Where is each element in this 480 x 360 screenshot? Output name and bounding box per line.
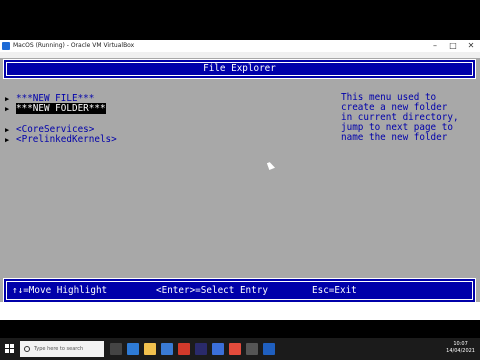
search-box[interactable]: Type here to search: [20, 341, 104, 357]
clock-time: 10:07: [453, 341, 468, 347]
search-placeholder: Type here to search: [34, 346, 84, 352]
windows-start-icon[interactable]: [5, 344, 14, 353]
file-explorer-icon[interactable]: [144, 343, 156, 355]
hint-select: <Enter>=Select Entry: [156, 285, 268, 296]
arrow-right-icon: ▶: [5, 126, 10, 134]
app-icon-gray[interactable]: [246, 343, 258, 355]
close-button[interactable]: ✕: [462, 40, 480, 52]
windows-taskbar: Type here to search 10:07 14/04/2021: [0, 338, 480, 360]
clock-date: 14/04/2021: [446, 348, 475, 354]
page-title: File Explorer: [203, 63, 276, 74]
list-item-prelinkedkernels[interactable]: ▶ <PrelinkedKernels>: [5, 135, 117, 145]
system-clock[interactable]: 10:07 14/04/2021: [446, 341, 475, 355]
maximize-button[interactable]: □: [444, 40, 462, 52]
word-icon[interactable]: [212, 343, 224, 355]
footer-bar: ↑↓=Move Highlight <Enter>=Select Entry E…: [3, 278, 476, 303]
entry-label: <PrelinkedKernels>: [16, 134, 117, 145]
app-icon-red[interactable]: [178, 343, 190, 355]
efi-screen: File Explorer ▶ ***NEW FILE*** ▶ ***NEW FO…: [0, 58, 480, 303]
list-item-new-folder[interactable]: ▶ ***NEW FOLDER***: [5, 103, 106, 114]
arrow-right-icon: ▶: [5, 95, 10, 103]
premiere-icon[interactable]: [195, 343, 207, 355]
header-bar: File Explorer: [3, 59, 476, 79]
task-view-icon[interactable]: [110, 343, 122, 355]
arrow-right-icon: ▶: [5, 136, 10, 144]
hint-exit: Esc=Exit: [312, 285, 357, 296]
window-title: MacOS (Running) - Oracle VM VirtualBox: [13, 42, 135, 49]
edge-icon[interactable]: [127, 343, 139, 355]
minimize-button[interactable]: –: [426, 40, 444, 52]
entry-label: ***NEW FOLDER***: [16, 103, 106, 114]
arrow-right-icon: ▶: [5, 105, 10, 113]
search-icon: [24, 346, 30, 352]
help-text: This menu used to create a new folder in…: [341, 92, 459, 143]
virtualbox-window: MacOS (Running) - Oracle VM VirtualBox –…: [0, 40, 480, 360]
hint-move: ↑↓=Move Highlight: [12, 285, 108, 296]
virtualbox-icon: [2, 42, 10, 50]
store-icon[interactable]: [161, 343, 173, 355]
chrome-icon[interactable]: [229, 343, 241, 355]
virtualbox-taskbar-icon[interactable]: [263, 343, 275, 355]
mouse-cursor-icon: [266, 161, 276, 170]
